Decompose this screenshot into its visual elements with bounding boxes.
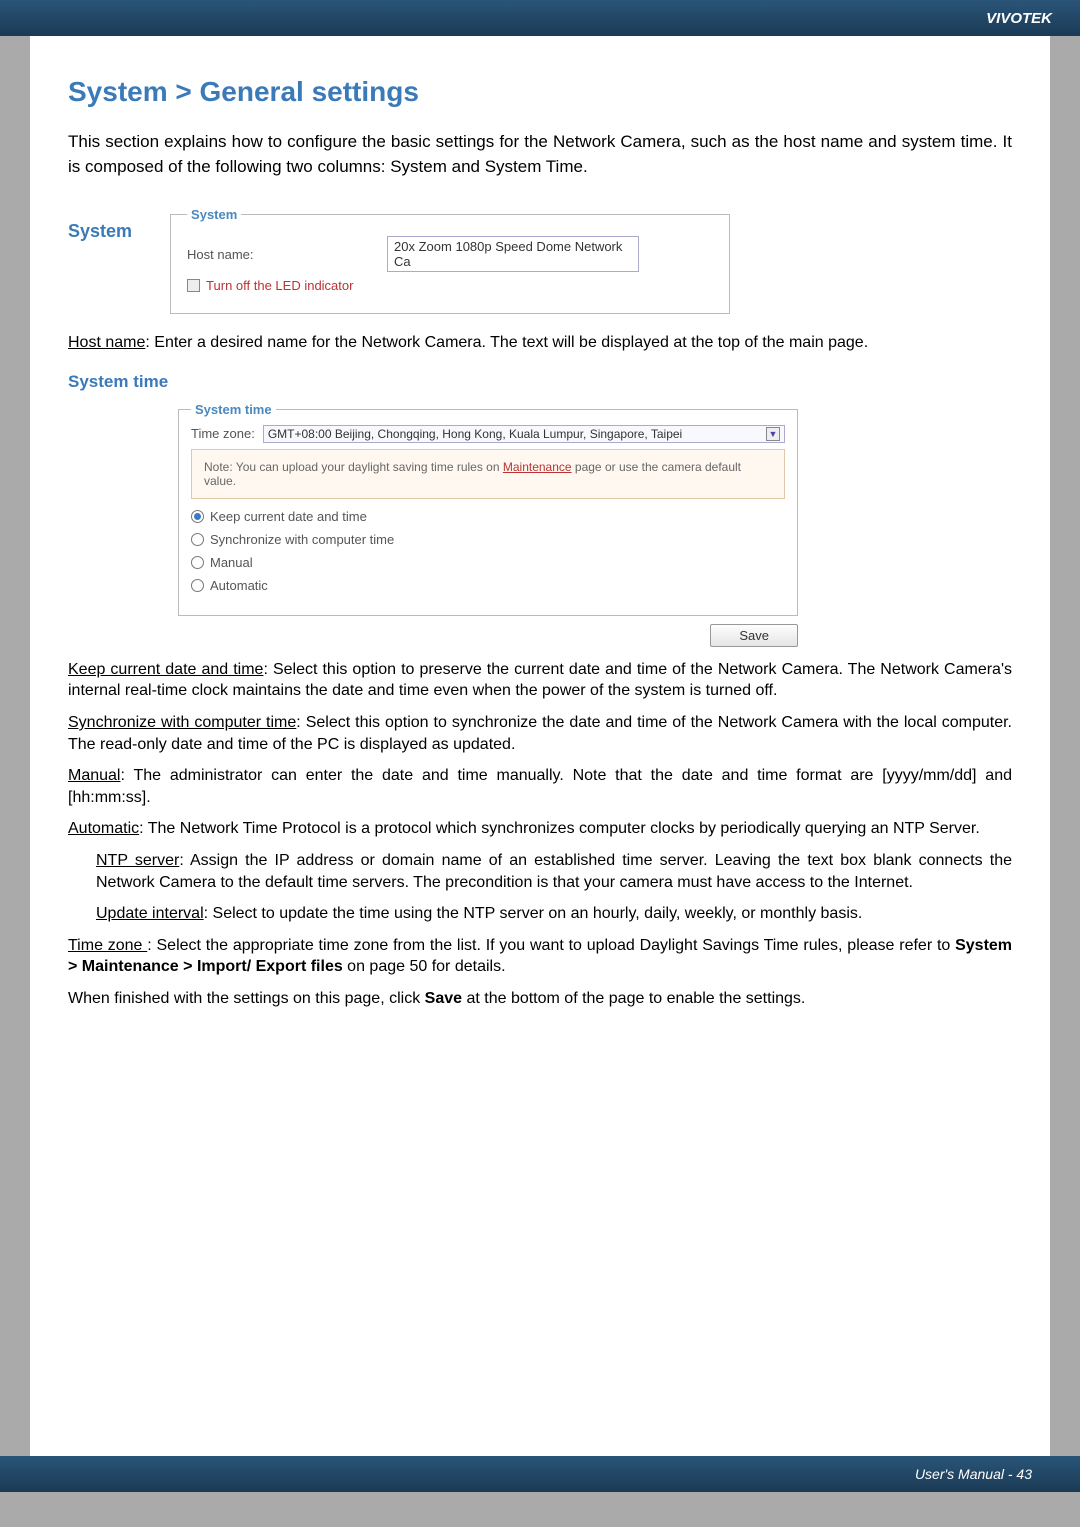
page-header: VIVOTEK	[0, 0, 1080, 36]
timezone-value: GMT+08:00 Beijing, Chongqing, Hong Kong,…	[268, 427, 682, 441]
para-tz-u: Time zone	[68, 937, 147, 954]
led-checkbox[interactable]	[187, 279, 200, 292]
para-ntp: NTP server: Assign the IP address or dom…	[96, 850, 1012, 893]
host-name-desc-t: : Enter a desired name for the Network C…	[145, 334, 868, 351]
footer-text: User's Manual - 43	[915, 1466, 1032, 1482]
para-manual-t: : The administrator can enter the date a…	[68, 767, 1012, 806]
radio-auto-label: Automatic	[210, 578, 268, 593]
para-sync-u: Synchronize with computer time	[68, 714, 296, 731]
timezone-note: Note: You can upload your daylight savin…	[191, 449, 785, 499]
system-time-heading: System time	[68, 372, 1012, 392]
system-fieldset: System Host name: 20x Zoom 1080p Speed D…	[170, 207, 730, 314]
timezone-select[interactable]: GMT+08:00 Beijing, Chongqing, Hong Kong,…	[263, 425, 785, 443]
maintenance-link[interactable]: Maintenance	[503, 460, 572, 474]
para-fin1: When finished with the settings on this …	[68, 990, 425, 1007]
system-time-legend: System time	[191, 402, 276, 417]
para-auto-u: Automatic	[68, 820, 139, 837]
host-name-desc-u: Host name	[68, 334, 145, 351]
content-area: System > General settings This section e…	[30, 36, 1050, 1456]
para-manual: Manual: The administrator can enter the …	[68, 765, 1012, 808]
radio-keep-label: Keep current date and time	[210, 509, 367, 524]
page-footer: User's Manual - 43	[0, 1456, 1080, 1492]
radio-sync-label: Synchronize with computer time	[210, 532, 394, 547]
para-fin-b: Save	[425, 990, 462, 1007]
timezone-label: Time zone:	[191, 426, 255, 441]
para-update-t: : Select to update the time using the NT…	[204, 905, 863, 922]
system-time-fieldset: System time Time zone: GMT+08:00 Beijing…	[178, 402, 798, 616]
host-name-input[interactable]: 20x Zoom 1080p Speed Dome Network Ca	[387, 236, 639, 272]
system-legend: System	[187, 207, 241, 222]
host-name-desc: Host name: Enter a desired name for the …	[68, 332, 1012, 354]
para-auto: Automatic: The Network Time Protocol is …	[68, 818, 1012, 840]
radio-manual[interactable]	[191, 556, 204, 569]
para-keep-u: Keep current date and time	[68, 661, 263, 678]
page-title: System > General settings	[68, 76, 1012, 108]
para-tz: Time zone : Select the appropriate time …	[68, 935, 1012, 978]
para-keep: Keep current date and time: Select this …	[68, 659, 1012, 702]
radio-sync[interactable]	[191, 533, 204, 546]
intro-text: This section explains how to configure t…	[68, 130, 1012, 179]
para-update: Update interval: Select to update the ti…	[96, 903, 1012, 925]
para-tz-t2: on page 50 for details.	[343, 958, 506, 975]
para-ntp-t: : Assign the IP address or domain name o…	[96, 852, 1012, 891]
radio-keep[interactable]	[191, 510, 204, 523]
para-update-u: Update interval	[96, 905, 204, 922]
system-section: System System Host name: 20x Zoom 1080p …	[68, 207, 1012, 314]
radio-manual-label: Manual	[210, 555, 253, 570]
system-side-label: System	[68, 207, 132, 314]
para-ntp-u: NTP server	[96, 852, 179, 869]
para-finish: When finished with the settings on this …	[68, 988, 1012, 1010]
chevron-down-icon: ▼	[766, 427, 780, 441]
para-tz-t1: : Select the appropriate time zone from …	[147, 937, 955, 954]
para-auto-t: : The Network Time Protocol is a protoco…	[139, 820, 980, 837]
para-manual-u: Manual	[68, 767, 120, 784]
brand-label: VIVOTEK	[986, 10, 1052, 27]
note-pre: Note: You can upload your daylight savin…	[204, 460, 503, 474]
radio-auto[interactable]	[191, 579, 204, 592]
save-button[interactable]: Save	[710, 624, 798, 647]
led-label: Turn off the LED indicator	[206, 278, 353, 293]
para-sync: Synchronize with computer time: Select t…	[68, 712, 1012, 755]
para-fin2: at the bottom of the page to enable the …	[462, 990, 805, 1007]
host-name-label: Host name:	[187, 247, 387, 262]
